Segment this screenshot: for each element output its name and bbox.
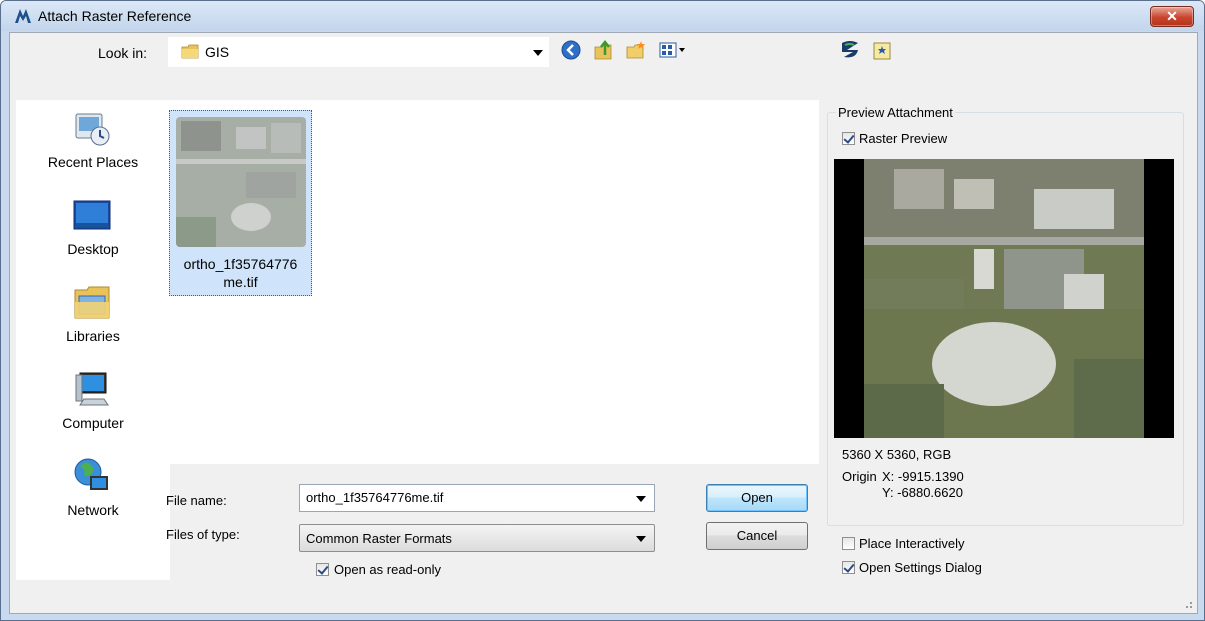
look-in-value: GIS [205,44,230,60]
file-type-label: Files of type: [166,527,240,542]
place-network[interactable]: Network [16,452,170,532]
resize-grip-icon[interactable] [1183,599,1193,609]
file-item-ortho[interactable]: ortho_1f35764776 me.tif [169,110,312,296]
places-bar: Recent Places Desktop Libraries Computer… [16,100,170,580]
file-type-dropdown[interactable]: Common Raster Formats [299,524,655,552]
cancel-label: Cancel [736,528,778,543]
raster-preview-checkbox[interactable] [842,132,855,145]
look-in-label: Look in: [98,45,148,61]
raster-preview-image [834,159,1174,438]
place-recent-places[interactable]: Recent Places [16,104,170,184]
view-menu-icon[interactable] [658,39,688,61]
file-name-value: ortho_1f35764776me.tif [306,490,444,505]
raster-manager-icon[interactable] [839,39,861,61]
origin-x: X: -9915.1390 [882,469,964,484]
place-label: Network [67,502,119,518]
computer-icon [75,372,109,406]
title-bar[interactable]: Attach Raster Reference ✕ [1,1,1204,31]
up-folder-icon[interactable] [593,39,615,61]
origin-label: Origin [842,469,877,484]
place-label: Desktop [67,241,119,257]
chevron-down-icon [533,50,543,56]
chevron-down-icon [636,536,646,542]
open-label: Open [741,490,773,505]
look-in-dropdown[interactable]: GIS [168,37,549,67]
close-icon: ✕ [1166,8,1178,24]
raster-preview-label[interactable]: Raster Preview [859,131,947,146]
file-list[interactable]: ortho_1f35764776 me.tif [163,100,819,464]
network-icon [74,458,108,490]
open-settings-label[interactable]: Open Settings Dialog [859,560,982,575]
preview-group-label: Preview Attachment [836,105,955,120]
place-label: Recent Places [47,154,139,170]
place-interactively-label[interactable]: Place Interactively [859,536,965,551]
dialog-client-area: Look in: GIS Recent Places Desktop Libra… [9,32,1198,614]
place-libraries[interactable]: Libraries [16,278,170,358]
microstation-app-icon [15,9,31,23]
file-name-field[interactable]: ortho_1f35764776me.tif [299,484,655,512]
file-type-value: Common Raster Formats [306,531,452,546]
desktop-icon [73,200,111,230]
chevron-down-icon [636,496,646,502]
dialog-window: Attach Raster Reference ✕ Look in: GIS R… [0,0,1205,621]
folder-icon [181,44,199,59]
file-name-label: File name: [166,493,227,508]
open-settings-checkbox[interactable] [842,561,855,574]
new-folder-icon[interactable] [625,39,647,61]
read-only-checkbox[interactable] [316,563,329,576]
raster-dimensions: 5360 X 5360, RGB [842,447,952,462]
read-only-label[interactable]: Open as read-only [334,562,441,577]
file-name-line2: me.tif [223,274,258,290]
back-icon[interactable] [560,39,582,61]
origin-y: Y: -6880.6620 [882,485,963,500]
aerial-photo-preview [834,159,1174,438]
libraries-icon [74,286,110,319]
place-label: Computer [62,415,124,431]
close-button[interactable]: ✕ [1150,6,1194,27]
open-button[interactable]: Open [706,484,808,512]
place-label: Libraries [66,328,120,344]
place-computer[interactable]: Computer [16,365,170,445]
file-name-label: ortho_1f35764776 me.tif [170,255,311,291]
place-desktop[interactable]: Desktop [16,191,170,271]
favorite-folder-icon[interactable] [872,39,894,61]
place-interactively-checkbox[interactable] [842,537,855,550]
file-thumbnail [176,117,306,247]
file-name-line1: ortho_1f35764776 [183,256,298,272]
window-title: Attach Raster Reference [38,8,192,24]
cancel-button[interactable]: Cancel [706,522,808,550]
recent-places-icon [75,113,110,146]
